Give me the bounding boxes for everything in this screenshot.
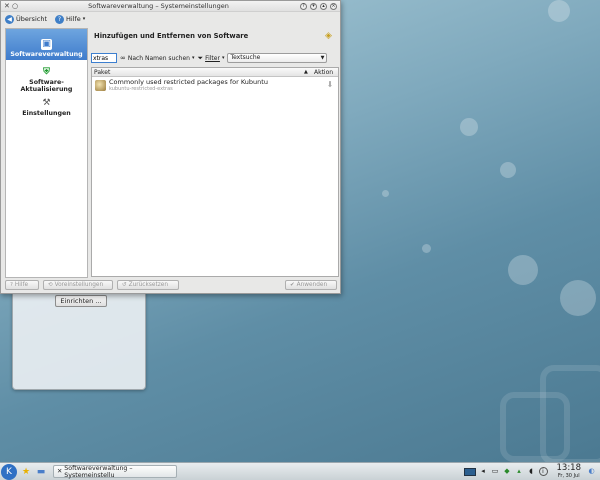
sidebar-item-einstellungen[interactable]: ⚒ Einstellungen (6, 95, 87, 119)
apply-button-label: Anwenden (296, 282, 328, 288)
package-icon: ◈ (325, 31, 332, 41)
task-softwareverwaltung[interactable]: ✕ Softwareverwaltung – Systemeinstellu (53, 464, 177, 479)
window-titlebar[interactable]: ✕ ○ Softwareverwaltung – Systemeinstellu… (1, 1, 340, 12)
module-content: Hinzufügen und Entfernen von Software ◈ … (91, 28, 339, 278)
info-icon[interactable]: i (538, 467, 548, 476)
clock-time: 13:18 (556, 463, 582, 473)
help-button[interactable]: ? Hilfe (5, 280, 39, 290)
filter-button[interactable]: ⏷ Filter ▾ (197, 54, 224, 63)
dialog-button-bar: ? Hilfe ⟲ Voreinstellungen ↺ Zurücksetze… (5, 280, 337, 291)
text-search-dropdown[interactable]: Textsuche ▼ (227, 53, 328, 63)
network-icon[interactable]: ◆ (503, 467, 512, 476)
sidebar-item-label: Software- Aktualisierung (20, 79, 73, 93)
pin-icon[interactable]: ○ (12, 2, 20, 10)
package-icon (95, 79, 106, 91)
sidebar-item-softwareverwaltung[interactable]: ▣ Softwareverwaltung (6, 29, 87, 60)
desktop-logo-shape (540, 365, 600, 465)
binoculars-icon: ∞ (120, 54, 126, 62)
reset-icon: ↺ (122, 282, 127, 288)
package-name: Commonly used restricted packages for Ku… (109, 78, 268, 86)
sort-up-icon: ▲ (304, 69, 308, 75)
folder-view-widget: Einrichten ... (12, 288, 146, 390)
task-label: Softwareverwaltung – Systemeinstellu (64, 464, 133, 479)
desktop-bokeh (560, 280, 596, 316)
kde-menu-icon[interactable]: K (1, 463, 17, 480)
package-manager-icon: ▣ (41, 39, 52, 50)
back-arrow-icon: ◀ (5, 14, 14, 24)
minimize-icon[interactable]: ▾ (310, 2, 317, 10)
package-list: Paket ▲ Aktion Commonly used restricted … (91, 67, 339, 277)
search-input[interactable] (91, 53, 117, 63)
reset-button-label: Zurücksetzen (128, 282, 168, 288)
chevron-down-icon: ▾ (191, 55, 195, 61)
column-header-action[interactable]: Aktion (314, 69, 336, 76)
help-icon: ? (55, 14, 64, 24)
desktop-bokeh (382, 190, 389, 197)
maximize-icon[interactable]: ▴ (320, 2, 327, 10)
help-label: Hilfe (66, 15, 81, 23)
system-tray: ◂ ▭ ◆ ▴ ◖ i 13:18 Fr, 30 Jul ◐ (463, 463, 600, 480)
page-title: Hinzufügen und Entfernen von Software (94, 32, 249, 40)
defaults-button[interactable]: ⟲ Voreinstellungen (43, 280, 113, 290)
folder-icon[interactable]: ▬ (35, 466, 47, 478)
chevron-down-icon: ▼ (320, 55, 325, 61)
tools-icon: ✕ (57, 468, 63, 475)
chevron-down-icon: ▾ (221, 55, 225, 61)
package-info: Commonly used restricted packages for Ku… (109, 78, 325, 92)
column-header-package[interactable]: Paket (94, 69, 304, 76)
list-header: Paket ▲ Aktion (92, 68, 338, 77)
desktop-pager[interactable] (463, 467, 476, 476)
update-icon[interactable]: ▴ (515, 467, 524, 476)
system-settings-window: ✕ ○ Softwareverwaltung – Systemeinstellu… (0, 0, 341, 294)
cashew-icon[interactable]: ◐ (587, 467, 596, 476)
clock-date: Fr, 30 Jul (557, 473, 580, 479)
desktop-bokeh (460, 118, 478, 136)
star-icon[interactable]: ★ (20, 466, 32, 478)
desktop-bokeh (548, 0, 570, 22)
search-mode-label: Nach Namen suchen (127, 54, 190, 62)
apply-button[interactable]: ✔ Anwenden (285, 280, 337, 290)
setup-button[interactable]: Einrichten ... (55, 295, 107, 307)
package-id: kubuntu-restricted-extras (109, 86, 173, 92)
taskbar: K ★ ▬ ✕ Softwareverwaltung – Systemeinst… (0, 462, 600, 480)
sidebar-item-label: Einstellungen (22, 110, 71, 117)
text-search-value: Textsuche (230, 54, 261, 61)
help-icon: ? (10, 282, 13, 288)
clipboard-icon[interactable]: ▭ (491, 467, 500, 476)
defaults-icon: ⟲ (48, 282, 53, 288)
sidebar-item-label: Softwareverwaltung (10, 51, 83, 58)
desktop-bokeh (422, 244, 431, 253)
help-context-icon[interactable]: ? (300, 2, 307, 10)
shield-update-icon: ⛨ (43, 67, 50, 77)
help-menu-button[interactable]: ? Hilfe ▾ (55, 14, 86, 24)
tools-icon[interactable]: ✕ (4, 2, 12, 10)
funnel-icon: ⏷ (197, 53, 204, 62)
overview-button[interactable]: ◀ Übersicht (5, 14, 47, 24)
chevron-down-icon: ▾ (82, 16, 86, 22)
tray-arrow-icon[interactable]: ◂ (479, 467, 488, 476)
tools-icon: ⚒ (42, 98, 51, 108)
table-row[interactable]: Commonly used restricted packages for Ku… (92, 77, 338, 93)
clock[interactable]: 13:18 Fr, 30 Jul (556, 463, 582, 480)
search-mode-button[interactable]: ∞ Nach Namen suchen ▾ (120, 54, 194, 62)
filter-label: Filter (205, 54, 220, 62)
desktop-bokeh (500, 162, 516, 178)
help-button-label: Hilfe (14, 282, 29, 288)
module-sidebar: ▣ Softwareverwaltung ⛨ Software- Aktualis… (5, 28, 88, 278)
check-icon: ✔ (290, 282, 295, 288)
defaults-button-label: Voreinstellungen (54, 282, 104, 288)
reset-button[interactable]: ↺ Zurücksetzen (117, 280, 179, 290)
sidebar-item-software-aktualisierung[interactable]: ⛨ Software- Aktualisierung (6, 60, 87, 95)
search-bar: ∞ Nach Namen suchen ▾ ⏷ Filter ▾ Textsuc… (91, 52, 339, 64)
main-toolbar: ◀ Übersicht ? Hilfe ▾ (1, 12, 340, 26)
close-icon[interactable]: × (330, 2, 337, 10)
window-title: Softwareverwaltung – Systemeinstellungen (88, 2, 229, 10)
install-action-icon[interactable]: ⬇ (325, 80, 335, 90)
desktop-bokeh (508, 255, 538, 285)
volume-icon[interactable]: ◖ (527, 467, 536, 476)
overview-label: Übersicht (16, 15, 47, 23)
